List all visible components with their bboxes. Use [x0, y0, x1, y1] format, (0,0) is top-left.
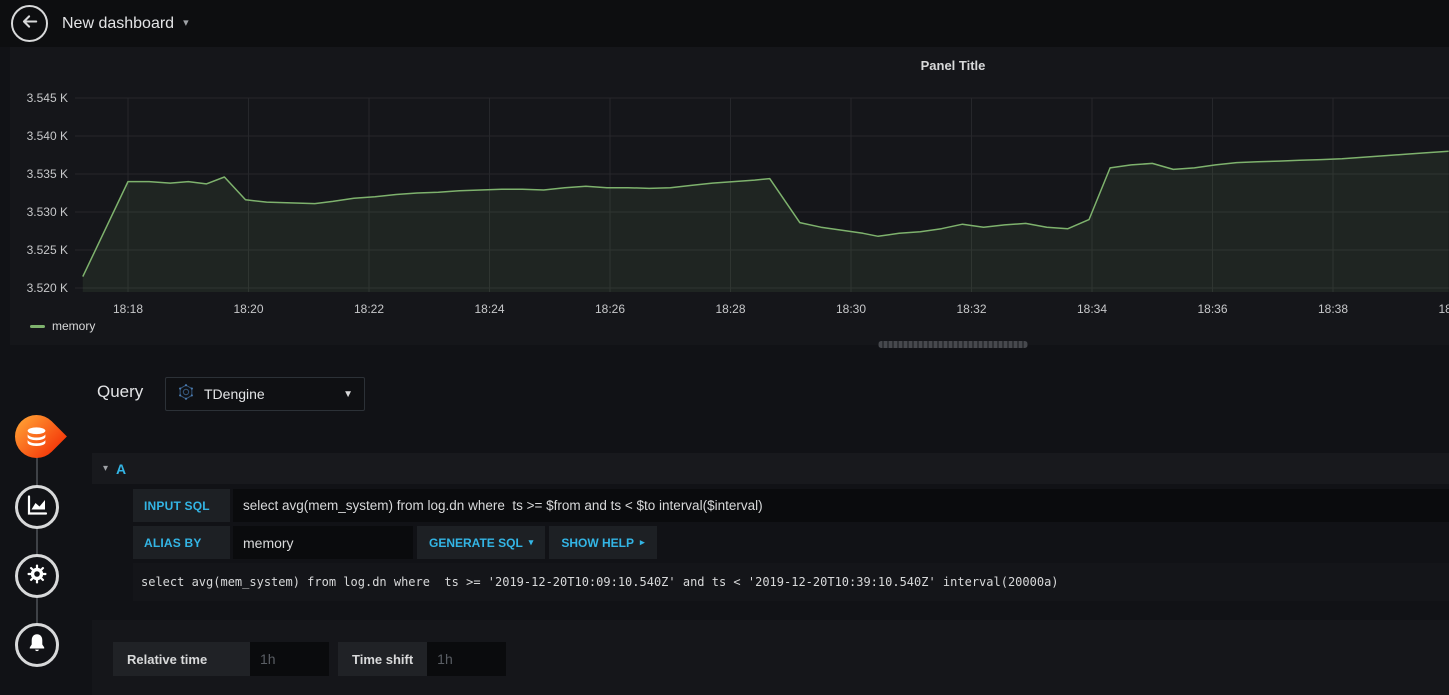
- x-tick-label: 18:26: [595, 302, 625, 316]
- arrow-left-icon: [20, 12, 39, 36]
- input-sql-label: INPUT SQL: [133, 489, 230, 522]
- tab-alert[interactable]: [15, 623, 59, 667]
- grafana-panel-edit-page: New dashboard ▾ Panel Title 3.520 K 3.525…: [0, 0, 1449, 695]
- chevron-down-icon: ▾: [528, 537, 534, 547]
- database-icon: [24, 424, 50, 450]
- x-tick-label: 18:22: [354, 302, 384, 316]
- x-tick-label: 18:38: [1318, 302, 1348, 316]
- tdengine-logo-icon: [177, 383, 195, 406]
- chart-icon: [25, 493, 49, 522]
- collapse-caret-icon: ▾: [103, 463, 109, 474]
- chevron-down-icon: ▾: [183, 17, 189, 29]
- relative-time-label: Relative time: [113, 642, 250, 676]
- datasource-picker[interactable]: TDengine ▼: [165, 377, 365, 411]
- bell-icon: [25, 631, 49, 660]
- alias-by-field[interactable]: [233, 526, 413, 559]
- gear-icon: [25, 562, 49, 591]
- x-tick-label: 18:20: [233, 302, 263, 316]
- generate-sql-label: GENERATE SQL: [429, 535, 523, 550]
- query-ref-row[interactable]: ▾ A: [92, 453, 1449, 484]
- chevron-right-icon: ▸: [640, 537, 645, 547]
- tab-visualization[interactable]: [15, 485, 59, 529]
- x-tick-label: 18:40: [1438, 302, 1449, 316]
- x-tick-label: 18:32: [956, 302, 986, 316]
- y-tick-label: 3.520 K: [27, 281, 68, 295]
- x-tick-label: 18:24: [474, 302, 504, 316]
- y-tick-label: 3.530 K: [27, 205, 68, 219]
- legend-series-label[interactable]: memory: [52, 319, 95, 333]
- panel-resize-handle[interactable]: [878, 341, 1028, 348]
- query-ref-letter: A: [116, 460, 127, 477]
- time-series-chart[interactable]: 3.520 K 3.525 K 3.530 K 3.535 K 3.540 K 3.545…: [10, 47, 1449, 345]
- relative-time-input[interactable]: [250, 642, 329, 676]
- tab-queries[interactable]: [6, 406, 67, 467]
- show-help-label: SHOW HELP: [561, 535, 634, 550]
- y-tick-label: 3.525 K: [27, 243, 68, 257]
- x-tick-label: 18:28: [715, 302, 745, 316]
- x-tick-label: 18:30: [836, 302, 866, 316]
- top-navbar: New dashboard ▾: [0, 0, 1449, 47]
- alias-by-label: ALIAS BY: [133, 526, 230, 559]
- series-area: [82, 151, 1449, 292]
- generate-sql-button[interactable]: GENERATE SQL ▾: [417, 526, 546, 559]
- datasource-name: TDengine: [204, 386, 265, 402]
- dashboard-title: New dashboard: [62, 14, 175, 32]
- show-help-button[interactable]: SHOW HELP ▸: [549, 526, 657, 559]
- generated-sql-preview: select avg(mem_system) from log.dn where…: [133, 563, 1449, 601]
- back-button[interactable]: [11, 5, 48, 42]
- input-sql-field[interactable]: [233, 489, 1449, 522]
- y-tick-label: 3.535 K: [27, 167, 68, 181]
- time-shift-input[interactable]: [427, 642, 507, 676]
- dashboard-title-menu[interactable]: New dashboard ▾: [62, 0, 189, 47]
- time-options-card: Relative time Time shift: [92, 620, 1449, 695]
- tab-general[interactable]: [15, 554, 59, 598]
- panel-preview: Panel Title 3.520 K 3.525 K 3.530 K 3.535 K…: [10, 47, 1449, 345]
- chart-legend: memory: [30, 319, 95, 333]
- chevron-down-icon: ▼: [343, 388, 353, 400]
- legend-color-swatch: [30, 324, 45, 328]
- query-section-title: Query: [97, 382, 144, 401]
- y-tick-label: 3.545 K: [27, 91, 68, 105]
- time-shift-label: Time shift: [338, 642, 428, 676]
- time-options-row: Relative time Time shift: [113, 642, 507, 676]
- x-tick-label: 18:36: [1197, 302, 1227, 316]
- x-tick-label: 18:18: [113, 302, 143, 316]
- alias-by-row: ALIAS BY GENERATE SQL ▾ SHOW HELP ▸: [133, 526, 657, 559]
- x-tick-label: 18:34: [1077, 302, 1107, 316]
- y-tick-label: 3.540 K: [27, 129, 68, 143]
- tab-connector-line: [36, 440, 38, 648]
- input-sql-row: INPUT SQL: [133, 489, 1449, 522]
